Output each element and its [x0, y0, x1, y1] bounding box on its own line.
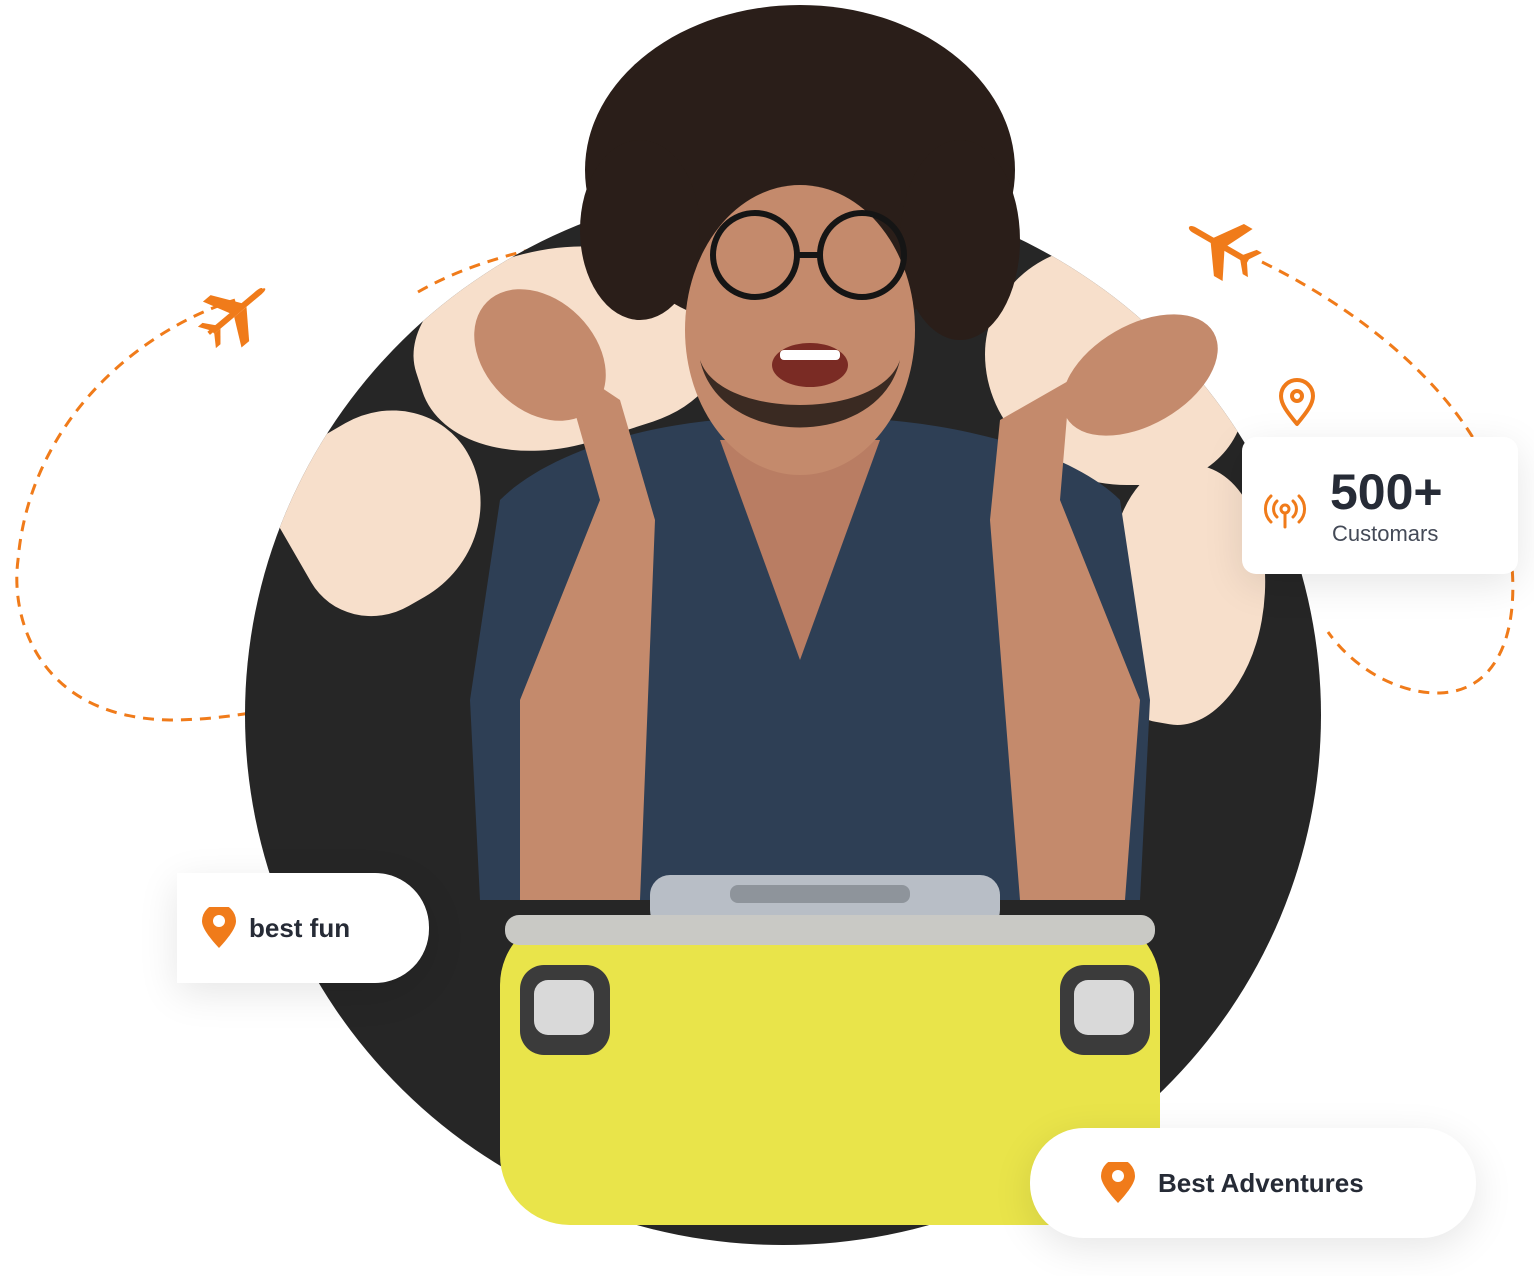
best-fun-badge: best fun: [177, 873, 429, 983]
customers-count: 500+: [1330, 464, 1443, 520]
broadcast-signal-icon: [1258, 485, 1312, 539]
customers-stat-card: 500+ Customars: [1242, 437, 1518, 574]
best-adventures-badge: Best Adventures: [1030, 1128, 1476, 1238]
traveler-photo: [470, 5, 1218, 1225]
hero-illustration: 500+ Customars best fun Best Adventures: [0, 0, 1534, 1276]
location-pin-icon: [1100, 1162, 1136, 1204]
location-pin-icon: [201, 907, 237, 949]
best-fun-label: best fun: [249, 912, 351, 943]
best-adventures-label: Best Adventures: [1158, 1167, 1364, 1198]
customers-label: Customars: [1332, 521, 1439, 546]
